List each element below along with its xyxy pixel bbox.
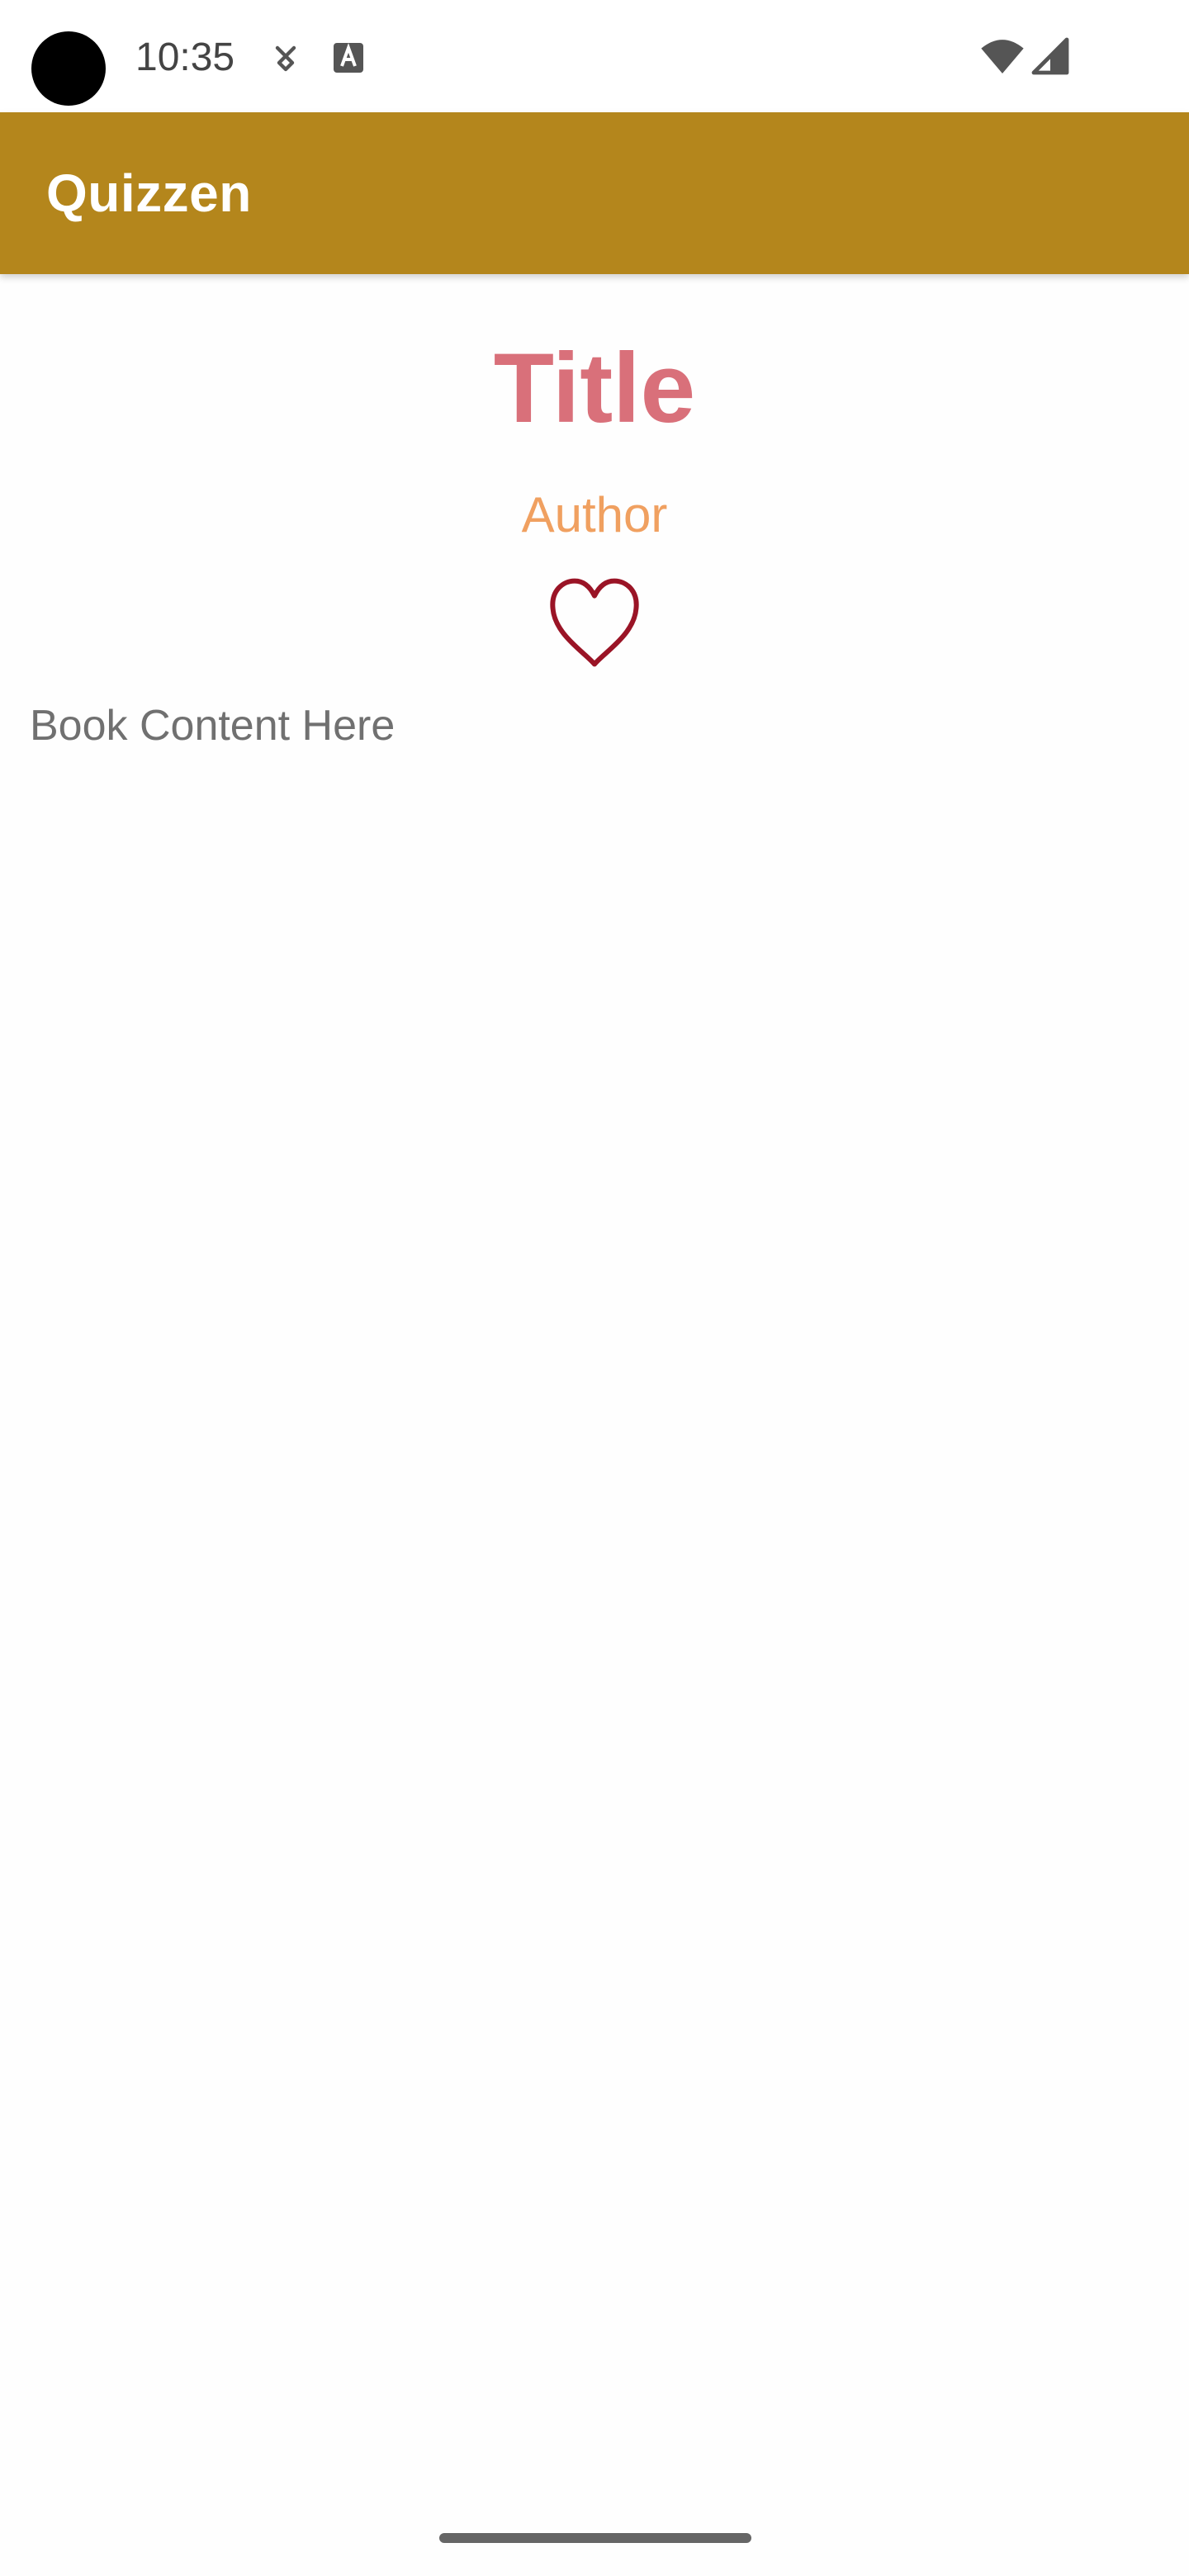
book-title: Title: [493, 333, 696, 443]
wifi-icon: [979, 35, 1026, 78]
heart-outline-icon: [550, 578, 639, 667]
download-icon: [266, 38, 306, 78]
a11y-text-icon: [329, 38, 368, 78]
cell-signal-icon: [1030, 36, 1070, 76]
camera-cutout: [31, 31, 106, 106]
app-title: Quizzen: [46, 163, 252, 223]
screen: 10:35 Quizzen Title Author Book Content …: [0, 0, 1189, 2576]
favorite-button[interactable]: [545, 573, 644, 672]
app-bar: Quizzen: [0, 112, 1189, 274]
home-indicator[interactable]: [439, 2533, 751, 2543]
status-time: 10:35: [135, 36, 235, 79]
status-bar: 10:35: [0, 0, 1189, 112]
book-content: Book Content Here: [30, 702, 396, 750]
book-author: Author: [521, 487, 668, 542]
